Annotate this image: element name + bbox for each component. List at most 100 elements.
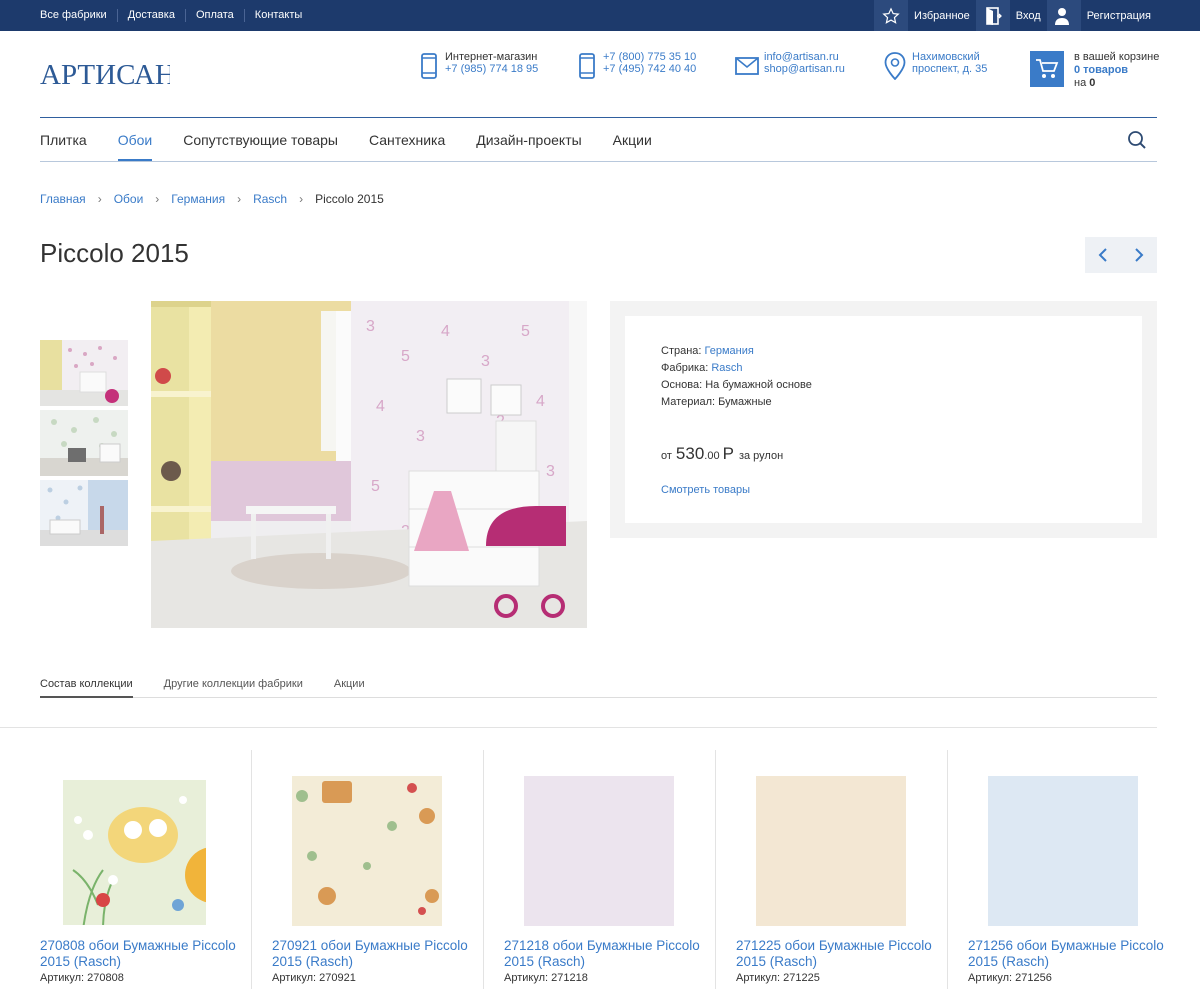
- phone-2[interactable]: +7 (495) 742 40 40: [603, 63, 696, 75]
- svg-text:3: 3: [481, 353, 490, 370]
- top-link-all-factories[interactable]: Все фабрики: [40, 9, 117, 22]
- price-currency: Р: [722, 444, 734, 463]
- email-contact: info@artisan.ru shop@artisan.ru: [735, 51, 845, 81]
- login-button[interactable]: Вход: [975, 0, 1047, 31]
- breadcrumb-germany[interactable]: Германия: [171, 192, 225, 206]
- nav-item-plumbing[interactable]: Сантехника: [369, 118, 445, 162]
- section-divider: [0, 727, 1157, 728]
- tab-collection-contents[interactable]: Состав коллекции: [40, 671, 133, 698]
- product-image[interactable]: [292, 776, 442, 926]
- breadcrumb: Главная › Обои › Германия › Rasch › Picc…: [40, 192, 384, 206]
- prop-base-label: Основа:: [661, 379, 703, 391]
- product-article: Артикул: 270921: [272, 972, 356, 984]
- site-logo[interactable]: АРТИСАН: [40, 52, 176, 97]
- gallery-thumbnails: [40, 340, 128, 550]
- login-label: Вход: [1015, 9, 1041, 22]
- product-info-card: Страна: Германия Фабрика: Rasch Основа: …: [625, 316, 1142, 523]
- nav-item-design-projects[interactable]: Дизайн-проекты: [476, 118, 581, 162]
- chevron-right-icon: [1135, 248, 1144, 262]
- prop-country: Страна: Германия: [661, 343, 1106, 360]
- prop-factory: Фабрика: Rasch: [661, 360, 1106, 377]
- product-image[interactable]: [988, 776, 1138, 926]
- breadcrumb-current: Piccolo 2015: [315, 192, 384, 206]
- shop-phone[interactable]: +7 (985) 774 18 95: [445, 63, 538, 75]
- product-image[interactable]: [524, 776, 674, 926]
- product-card[interactable]: 271218 обои Бумажные Piccolo 2015 (Rasch…: [484, 750, 716, 989]
- svg-text:3: 3: [416, 428, 425, 445]
- envelope-icon: [735, 51, 759, 81]
- top-link-contacts[interactable]: Контакты: [243, 9, 313, 22]
- breadcrumb-rasch[interactable]: Rasch: [253, 192, 287, 206]
- top-bar: Все фабрики Доставка Оплата Контакты Изб…: [0, 0, 1200, 31]
- breadcrumb-wallpaper[interactable]: Обои: [114, 192, 144, 206]
- cart-button[interactable]: [1030, 51, 1064, 87]
- nav-item-promotions[interactable]: Акции: [613, 118, 652, 162]
- svg-text:3: 3: [546, 463, 555, 480]
- product-image[interactable]: [756, 776, 906, 926]
- tab-other-collections[interactable]: Другие коллекции фабрики: [164, 671, 303, 697]
- prop-base-value: На бумажной основе: [705, 379, 812, 391]
- cart-total-value: 0: [1089, 77, 1096, 89]
- email-1[interactable]: info@artisan.ru: [764, 51, 845, 63]
- favorites-label: Избранное: [914, 9, 970, 22]
- cart-line-1: в вашей корзине: [1074, 51, 1160, 63]
- address-line-2[interactable]: проспект, д. 35: [912, 63, 987, 75]
- product-info-panel: Страна: Германия Фабрика: Rasch Основа: …: [610, 301, 1157, 538]
- chevron-right-icon: ›: [97, 192, 102, 206]
- product-list: 270808 обои Бумажные Piccolo 2015 (Rasch…: [20, 750, 1180, 989]
- register-button[interactable]: Регистрация: [1046, 0, 1157, 31]
- price-cents: .00: [704, 450, 720, 462]
- nav-item-tiles[interactable]: Плитка: [40, 118, 87, 162]
- next-collection-button[interactable]: [1121, 237, 1157, 273]
- prev-collection-button[interactable]: [1085, 237, 1121, 273]
- address-line-1[interactable]: Нахимовский: [912, 51, 987, 63]
- email-2[interactable]: shop@artisan.ru: [764, 63, 845, 75]
- chevron-left-icon: [1098, 248, 1107, 262]
- favorites-button[interactable]: Избранное: [874, 0, 976, 31]
- top-link-delivery[interactable]: Доставка: [116, 9, 185, 22]
- see-goods-link[interactable]: Смотреть товары: [661, 484, 1106, 496]
- chevron-right-icon: ›: [237, 192, 242, 206]
- prop-material-label: Материал:: [661, 396, 716, 408]
- prop-base: Основа: На бумажной основе: [661, 377, 1106, 394]
- gallery-thumbnail[interactable]: [40, 410, 128, 476]
- shop-label: Интернет-магазин: [445, 51, 538, 63]
- prop-factory-value[interactable]: Rasch: [711, 362, 742, 374]
- star-icon: [874, 0, 909, 31]
- search-icon[interactable]: [1127, 130, 1147, 150]
- nav-item-related-goods[interactable]: Сопутствующие товары: [183, 118, 338, 162]
- tab-promotions[interactable]: Акции: [334, 671, 365, 697]
- phone-icon: [576, 51, 598, 81]
- add-user-icon: [1046, 0, 1081, 31]
- register-label: Регистрация: [1086, 9, 1151, 22]
- gallery-thumbnail[interactable]: [40, 340, 128, 406]
- cart-total: на 0: [1074, 77, 1159, 90]
- product-name[interactable]: 270921 обои Бумажные Piccolo 2015 (Rasch…: [272, 938, 472, 970]
- product-article: Артикул: 271218: [504, 972, 588, 984]
- phone-1[interactable]: +7 (800) 775 35 10: [603, 51, 696, 63]
- top-link-payment[interactable]: Оплата: [184, 9, 244, 22]
- cart-items-count: 0 товаров: [1074, 64, 1129, 76]
- product-name[interactable]: 271256 обои Бумажные Piccolo 2015 (Rasch…: [968, 938, 1168, 970]
- product-card[interactable]: 270808 обои Бумажные Piccolo 2015 (Rasch…: [20, 750, 252, 989]
- svg-text:5: 5: [371, 478, 380, 495]
- product-card[interactable]: 270921 обои Бумажные Piccolo 2015 (Rasch…: [252, 750, 484, 989]
- product-name[interactable]: 271218 обои Бумажные Piccolo 2015 (Rasch…: [504, 938, 704, 970]
- cart-summary[interactable]: в вашей корзине 0 товаров на 0: [1074, 51, 1159, 90]
- main-product-photo[interactable]: 3 5 4 3 5 4 3 2 4 5 3 2 5: [151, 301, 587, 628]
- product-card[interactable]: 271256 обои Бумажные Piccolo 2015 (Rasch…: [948, 750, 1180, 989]
- product-card[interactable]: 271225 обои Бумажные Piccolo 2015 (Rasch…: [716, 750, 948, 989]
- product-name[interactable]: 270808 обои Бумажные Piccolo 2015 (Rasch…: [40, 938, 240, 970]
- product-name[interactable]: 271225 обои Бумажные Piccolo 2015 (Rasch…: [736, 938, 936, 970]
- breadcrumb-home[interactable]: Главная: [40, 192, 86, 206]
- product-article: Артикул: 271225: [736, 972, 820, 984]
- prop-country-value[interactable]: Германия: [705, 345, 754, 357]
- product-image[interactable]: [63, 780, 206, 925]
- svg-text:4: 4: [441, 323, 450, 340]
- logo-text: АРТИСАН: [40, 59, 170, 91]
- prop-material: Материал: Бумажные: [661, 394, 1106, 411]
- gallery-thumbnail[interactable]: [40, 480, 128, 546]
- product-price: от 530 .00 Р за рулон: [661, 444, 1106, 464]
- collection-tabs: Состав коллекции Другие коллекции фабрик…: [40, 671, 1157, 698]
- nav-item-wallpaper[interactable]: Обои: [117, 118, 152, 162]
